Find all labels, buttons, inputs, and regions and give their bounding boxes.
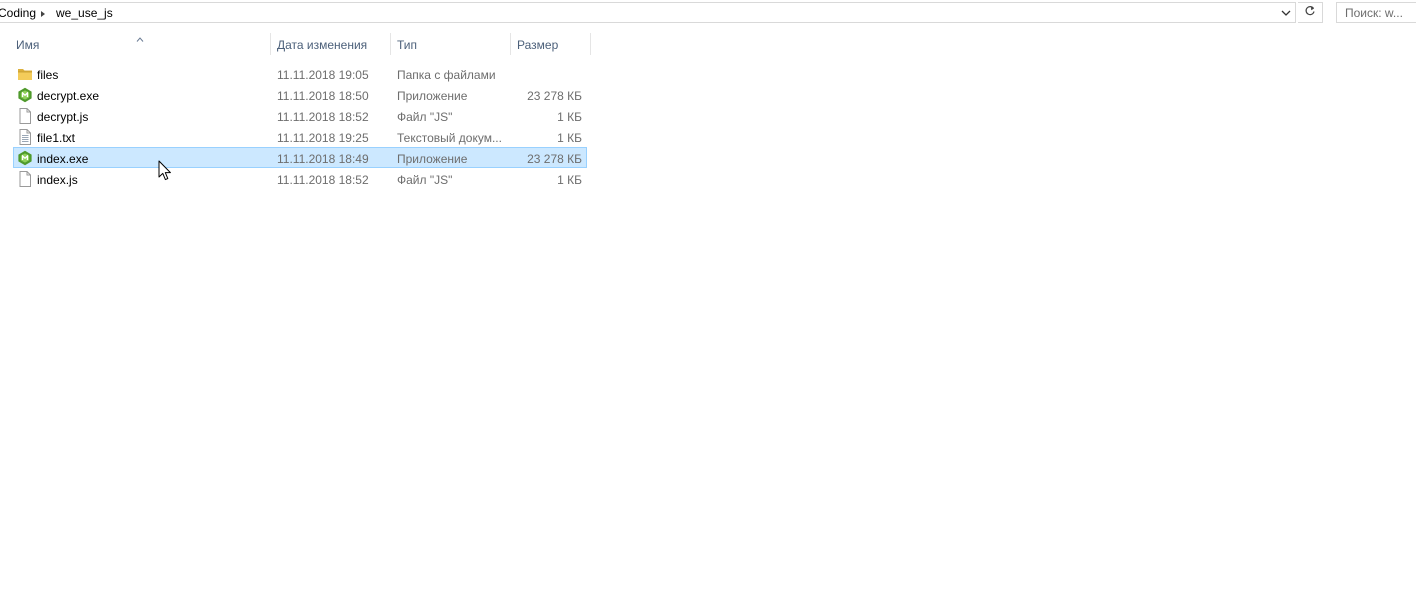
column-divider[interactable]	[390, 33, 391, 55]
file-row[interactable]: file1.txt 11.11.2018 19:25 Текстовый докум…	[13, 126, 587, 147]
file-name: files	[37, 68, 59, 82]
file-type: Папка с файлами	[397, 68, 496, 82]
file-date: 11.11.2018 19:05	[277, 68, 369, 82]
file-row[interactable]: files 11.11.2018 19:05 Папка с файлами	[13, 63, 587, 84]
file-date: 11.11.2018 18:52	[277, 110, 369, 124]
refresh-button[interactable]	[1298, 2, 1323, 23]
refresh-icon	[1304, 5, 1316, 20]
file-type: Файл "JS"	[397, 173, 453, 187]
file-date: 11.11.2018 18:49	[277, 152, 369, 166]
column-header-size[interactable]: Размер	[517, 38, 558, 52]
file-size: 1 КБ	[557, 173, 582, 187]
column-divider[interactable]	[270, 33, 271, 55]
file-name: index.js	[37, 173, 78, 187]
file-type: Приложение	[397, 89, 468, 103]
file-type: Текстовый докум...	[397, 131, 502, 145]
js-file-icon	[17, 108, 33, 124]
folder-icon	[17, 66, 33, 82]
file-size: 23 278 КБ	[527, 89, 582, 103]
search-placeholder: Поиск: w...	[1345, 6, 1403, 20]
file-row[interactable]: index.exe 11.11.2018 18:49 Приложение 23 27…	[13, 147, 587, 168]
file-row[interactable]: index.js 11.11.2018 18:52 Файл "JS" 1 КБ	[13, 168, 587, 189]
sort-ascending-icon	[136, 31, 144, 45]
file-type: Файл "JS"	[397, 110, 453, 124]
file-size: 23 278 КБ	[527, 152, 582, 166]
mouse-cursor-icon	[158, 160, 172, 185]
file-size: 1 КБ	[557, 131, 582, 145]
breadcrumb-we-use-js[interactable]: we_use_js	[56, 6, 113, 20]
column-header-name[interactable]: Имя	[16, 38, 39, 52]
file-date: 11.11.2018 19:25	[277, 131, 369, 145]
exe-app-icon	[17, 87, 33, 103]
file-name: file1.txt	[37, 131, 76, 145]
file-name: decrypt.js	[37, 110, 89, 124]
file-size: 1 КБ	[557, 110, 582, 124]
breadcrumb-separator-icon[interactable]	[41, 11, 45, 17]
file-date: 11.11.2018 18:52	[277, 173, 369, 187]
breadcrumb-coding[interactable]: Coding	[0, 6, 36, 20]
column-header-type[interactable]: Тип	[397, 38, 417, 52]
address-history-dropdown-icon[interactable]	[1277, 4, 1294, 21]
column-header-date[interactable]: Дата изменения	[277, 38, 367, 52]
text-file-icon	[17, 129, 33, 145]
address-bar[interactable]: Coding we_use_js	[0, 2, 1296, 23]
file-type: Приложение	[397, 152, 468, 166]
js-file-icon	[17, 171, 33, 187]
file-date: 11.11.2018 18:50	[277, 89, 369, 103]
file-row[interactable]: decrypt.exe 11.11.2018 18:50 Приложение 23 …	[13, 84, 587, 105]
file-name: index.exe	[37, 152, 89, 166]
file-row[interactable]: decrypt.js 11.11.2018 18:52 Файл "JS" 1 КБ	[13, 105, 587, 126]
column-divider[interactable]	[510, 33, 511, 55]
column-divider[interactable]	[590, 33, 591, 55]
exe-app-icon	[17, 150, 33, 166]
search-input[interactable]: Поиск: w...	[1336, 2, 1416, 23]
file-name: decrypt.exe	[37, 89, 100, 103]
